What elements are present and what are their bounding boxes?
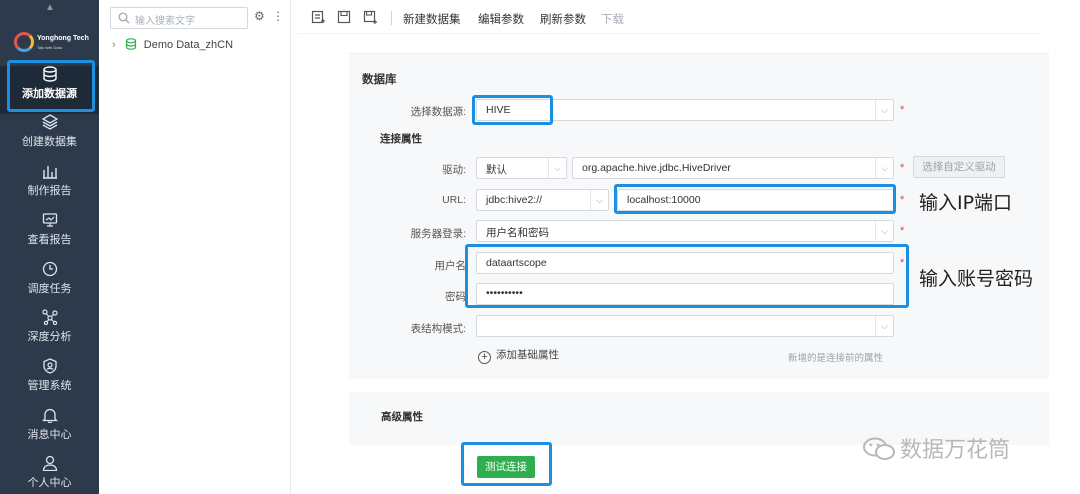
monitor-icon xyxy=(42,213,57,227)
more-vertical-icon[interactable]: ⋮ xyxy=(272,9,284,23)
add-property-label: 添加基础属性 xyxy=(496,349,559,361)
highlight-box-test-button xyxy=(461,442,552,486)
login-mode-value: 用户名和密码 xyxy=(486,227,549,239)
nav-item-deep-analysis[interactable]: 深度分析 xyxy=(0,309,99,357)
brand-name: Yonghong Tech xyxy=(37,35,89,42)
brand-logo: Yonghong Tech Talk with Data xyxy=(14,26,89,56)
tree-node-label: Demo Data_zhCN xyxy=(143,39,234,51)
schema-label: 表结构模式: xyxy=(410,323,466,335)
annotation-ip-port: 输入IP端口 xyxy=(919,192,1013,214)
brand-tagline: Talk with Data xyxy=(37,45,62,50)
custom-driver-button[interactable]: 选择自定义驱动 xyxy=(913,156,1005,178)
login-label: 服务器登录: xyxy=(410,228,466,240)
collapse-arrow-icon[interactable]: ▲ xyxy=(40,2,60,13)
chevron-down-icon[interactable]: ⌵ xyxy=(548,158,566,178)
nav-item-schedule[interactable]: 调度任务 xyxy=(0,261,99,309)
url-prefix-select[interactable]: jdbc:hive2:// ⌵ xyxy=(476,189,609,211)
section-title-advanced[interactable]: 高级属性 xyxy=(381,409,423,424)
url-prefix-value: jdbc:hive2:// xyxy=(486,194,543,206)
section-title-connection: 连接属性 xyxy=(380,133,422,145)
chevron-down-icon[interactable]: ⌵ xyxy=(590,190,608,210)
edit-params-button[interactable]: 编辑参数 xyxy=(478,11,524,27)
chevron-down-icon[interactable]: ⌵ xyxy=(875,221,893,241)
highlight-box-datasource xyxy=(7,60,95,112)
url-label: URL: xyxy=(442,194,466,206)
save-as-icon[interactable] xyxy=(363,10,377,24)
save-icon[interactable] xyxy=(337,10,351,24)
network-icon xyxy=(41,309,58,325)
nav-item-label: 创建数据集 xyxy=(22,136,77,148)
nav-item-profile[interactable]: 个人中心 xyxy=(0,455,99,494)
search-input[interactable]: 输入搜索文字 xyxy=(135,12,195,27)
refresh-params-button[interactable]: 刷新参数 xyxy=(540,11,586,27)
driver-class-value: org.apache.hive.jdbc.HiveDriver xyxy=(582,162,731,174)
wechat-icon xyxy=(863,437,895,460)
required-mark: * xyxy=(900,162,905,174)
highlight-box-url xyxy=(614,184,896,214)
new-dataset-button[interactable]: 新建数据集 xyxy=(403,11,461,27)
nav-item-label: 深度分析 xyxy=(27,331,72,343)
nav-item-label: 管理系统 xyxy=(27,380,72,392)
annotation-account-password: 输入账号密码 xyxy=(919,268,1034,290)
search-icon xyxy=(118,12,130,24)
nav-item-label: 查看报告 xyxy=(27,234,72,246)
watermark-text: 数据万花筒 xyxy=(900,438,1011,463)
nav-item-create-dataset[interactable]: 创建数据集 xyxy=(0,114,99,162)
new-file-icon[interactable] xyxy=(311,10,325,24)
chevron-down-icon[interactable]: ⌵ xyxy=(875,158,893,178)
nav-item-make-report[interactable]: 制作报告 xyxy=(0,163,99,211)
tree-node-demo-data[interactable]: › Demo Data_zhCN xyxy=(112,38,233,51)
nav-item-label: 制作报告 xyxy=(27,185,72,197)
nav-item-label: 消息中心 xyxy=(27,429,72,441)
required-mark: * xyxy=(900,225,905,237)
required-mark: * xyxy=(900,104,905,116)
panel-divider xyxy=(290,0,291,494)
section-title-database: 数据库 xyxy=(362,74,397,86)
chart-icon xyxy=(42,166,57,179)
driver-label: 驱动: xyxy=(442,164,466,176)
user-icon xyxy=(42,455,57,471)
nav-item-admin[interactable]: 管理系统 xyxy=(0,358,99,406)
toolbar-divider xyxy=(298,33,1040,34)
nav-item-label: 调度任务 xyxy=(27,283,72,295)
tree-search-box[interactable]: 输入搜索文字 xyxy=(110,7,248,29)
required-mark: * xyxy=(900,194,905,206)
tree-tools: ⚙ ⋮ xyxy=(254,9,284,23)
watermark: 数据万花筒 xyxy=(862,432,1010,464)
bell-icon xyxy=(41,408,58,423)
chevron-down-icon[interactable]: ⌵ xyxy=(875,100,893,120)
username-label: 用户名 xyxy=(434,260,467,272)
highlight-box-datasource-field xyxy=(472,95,553,125)
clock-icon xyxy=(42,261,57,277)
driver-type-value: 默认 xyxy=(486,164,507,176)
add-property-button[interactable]: + 添加基础属性 xyxy=(478,347,559,364)
driver-type-select[interactable]: 默认 ⌵ xyxy=(476,157,567,179)
plus-circle-icon: + xyxy=(478,351,491,364)
chevron-right-icon[interactable]: › xyxy=(112,39,116,51)
toolbar-separator xyxy=(391,11,392,25)
nav-item-label: 个人中心 xyxy=(27,477,72,489)
driver-class-select[interactable]: org.apache.hive.jdbc.HiveDriver ⌵ xyxy=(572,157,894,179)
chevron-down-icon[interactable]: ⌵ xyxy=(875,316,893,336)
database-icon xyxy=(125,38,136,50)
logo-mark-icon xyxy=(14,32,34,52)
nav-item-messages[interactable]: 消息中心 xyxy=(0,407,99,455)
password-label: 密码 xyxy=(445,291,466,303)
datasource-label: 选择数据源: xyxy=(410,106,466,118)
add-property-hint: 新增的是连接前的属性 xyxy=(788,353,884,364)
download-button[interactable]: 下载 xyxy=(601,11,624,27)
gear-icon[interactable]: ⚙ xyxy=(254,9,265,23)
layers-icon xyxy=(41,114,58,130)
login-mode-select[interactable]: 用户名和密码 ⌵ xyxy=(476,220,894,242)
shield-icon xyxy=(42,358,57,374)
schema-select[interactable]: ⌵ xyxy=(476,315,894,337)
highlight-box-credentials xyxy=(465,244,909,308)
nav-item-view-report[interactable]: 查看报告 xyxy=(0,212,99,260)
